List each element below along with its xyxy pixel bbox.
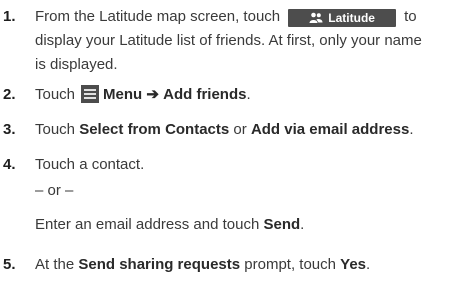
step-text-line: Touch a contact. xyxy=(35,156,145,173)
step-4: 4. Touch a contact. – or – Enter an emai… xyxy=(0,153,476,243)
step-text-part: Enter an email address and touch xyxy=(35,216,260,233)
step-text-line: display your Latitude list of friends. A… xyxy=(35,32,422,49)
step-number: 2. xyxy=(3,86,16,103)
add-friends-label: Add friends xyxy=(163,86,247,103)
step-text-part: At the xyxy=(35,256,75,273)
step-text: Touch a contact. – or – Enter an email a… xyxy=(35,153,471,237)
step-number: 5. xyxy=(3,256,16,273)
punctuation: . xyxy=(366,256,371,273)
step-1: 1. From the Latitude map screen, touch La… xyxy=(0,5,476,80)
step-number: 4. xyxy=(3,156,16,173)
step-text: From the Latitude map screen, touch Latit… xyxy=(35,5,471,77)
step-text-part: prompt, touch xyxy=(244,256,336,273)
step-text-part: Touch xyxy=(35,86,76,103)
menu-icon[interactable] xyxy=(81,85,100,103)
step-number: 3. xyxy=(3,121,16,138)
or-separator: – or – xyxy=(35,182,74,199)
step-number: 1. xyxy=(3,8,16,25)
step-5: 5. At the Send sharing requests prompt, … xyxy=(0,253,476,277)
add-via-email-label: Add via email address xyxy=(250,121,410,138)
punctuation: . xyxy=(246,86,251,103)
menu-label: Menu xyxy=(103,86,143,103)
punctuation: . xyxy=(409,121,414,138)
step-2: 2. Touch Menu ➔ Add friends. xyxy=(0,83,476,107)
step-3: 3. Touch Select from Contacts or Add via… xyxy=(0,118,476,142)
yes-label: Yes xyxy=(340,256,367,273)
latitude-button-label: Latitude xyxy=(328,11,375,25)
step-text: Touch Menu ➔ Add friends. xyxy=(35,83,471,107)
latitude-button[interactable]: Latitude xyxy=(288,9,397,27)
send-label: Send xyxy=(263,216,301,233)
punctuation: . xyxy=(300,216,305,233)
step-text: At the Send sharing requests prompt, tou… xyxy=(35,253,471,277)
step-text-line: Enter an email address and touch Send. xyxy=(35,213,471,237)
send-sharing-requests-label: Send sharing requests xyxy=(78,256,241,273)
select-from-contacts-label: Select from Contacts xyxy=(79,121,230,138)
step-text-part: Touch xyxy=(35,121,76,138)
arrow-icon: ➔ xyxy=(146,86,159,103)
step-text: Touch Select from Contacts or Add via em… xyxy=(35,118,471,142)
step-text-part: to xyxy=(404,8,417,25)
people-icon xyxy=(309,12,323,23)
instruction-list: 1. From the Latitude map screen, touch La… xyxy=(0,0,476,290)
step-text-part: From the Latitude map screen, touch xyxy=(35,8,281,25)
step-text-part: or xyxy=(233,121,247,138)
step-text-line: is displayed. xyxy=(35,56,118,73)
